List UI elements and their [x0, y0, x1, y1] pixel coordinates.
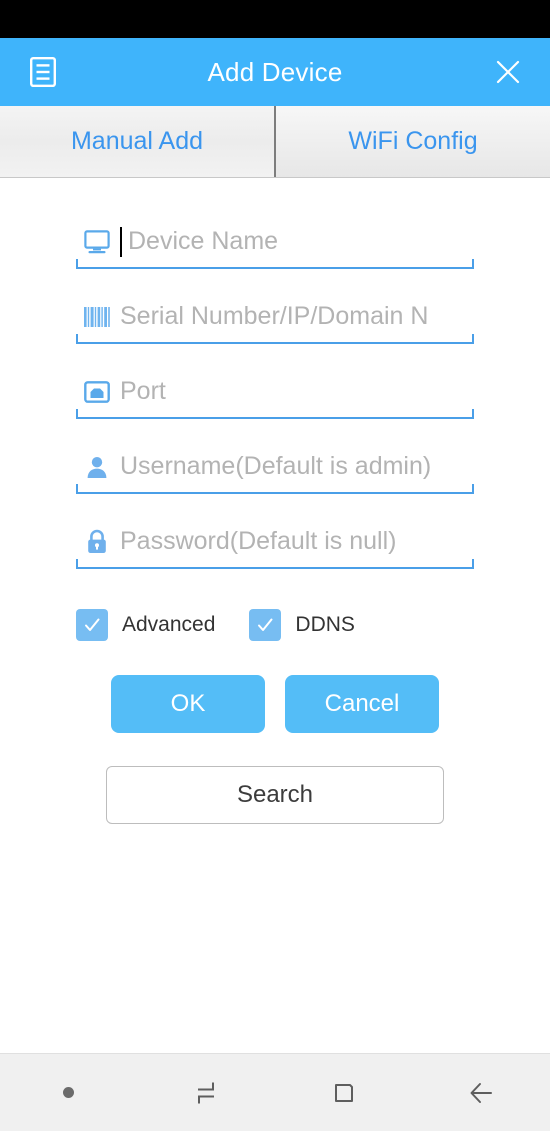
close-icon[interactable]: [490, 54, 526, 90]
dot-indicator: [63, 1087, 75, 1098]
back-arrow-icon[interactable]: [413, 1054, 550, 1131]
ethernet-port-icon: [80, 377, 114, 407]
ok-button[interactable]: OK: [111, 675, 265, 733]
device-name-field[interactable]: Device Name: [76, 216, 474, 269]
search-button-row: Search: [0, 766, 550, 824]
serial-number-placeholder: Serial Number/IP/Domain N: [120, 302, 429, 330]
port-placeholder: Port: [120, 377, 166, 405]
ddns-label: DDNS: [295, 613, 355, 636]
monitor-icon: [80, 227, 114, 257]
barcode-icon: [80, 302, 114, 332]
tab-wifi-config-label: WiFi Config: [348, 127, 478, 155]
action-buttons: OK Cancel: [0, 675, 550, 733]
username-field[interactable]: Username(Default is admin): [76, 441, 474, 494]
tab-manual-add-label: Manual Add: [70, 127, 204, 155]
app-screen: Add Device Manual Add WiFi Config Device…: [0, 0, 550, 1131]
cancel-button[interactable]: Cancel: [285, 675, 439, 733]
title-bar: Add Device: [0, 38, 550, 106]
add-device-form: Device Name Serial Number/IP/Domain N Po…: [0, 178, 550, 1053]
ddns-checkbox[interactable]: [249, 609, 282, 641]
text-cursor: [120, 226, 122, 257]
tab-bar: Manual Add WiFi Config: [0, 106, 550, 178]
lock-icon: [80, 527, 114, 557]
advanced-label: Advanced: [122, 613, 216, 636]
serial-number-field[interactable]: Serial Number/IP/Domain N: [76, 291, 474, 344]
page-title: Add Device: [207, 56, 343, 87]
tab-wifi-config[interactable]: WiFi Config: [276, 106, 550, 177]
password-field[interactable]: Password(Default is null): [76, 516, 474, 569]
system-nav-bar: [0, 1053, 550, 1131]
user-icon: [80, 452, 114, 482]
dot-icon[interactable]: [0, 1054, 138, 1131]
status-bar: [0, 0, 550, 38]
username-placeholder: Username(Default is admin): [120, 452, 432, 480]
tab-manual-add[interactable]: Manual Add: [0, 106, 274, 177]
device-name-placeholder: Device Name: [128, 227, 279, 255]
search-button[interactable]: Search: [106, 766, 444, 824]
home-square-icon[interactable]: [275, 1054, 413, 1131]
port-field[interactable]: Port: [76, 366, 474, 419]
list-document-icon[interactable]: [26, 55, 60, 89]
password-placeholder: Password(Default is null): [120, 527, 397, 555]
advanced-checkbox[interactable]: [76, 609, 108, 641]
recents-icon[interactable]: [138, 1054, 276, 1131]
options-row: Advanced DDNS: [76, 591, 474, 647]
